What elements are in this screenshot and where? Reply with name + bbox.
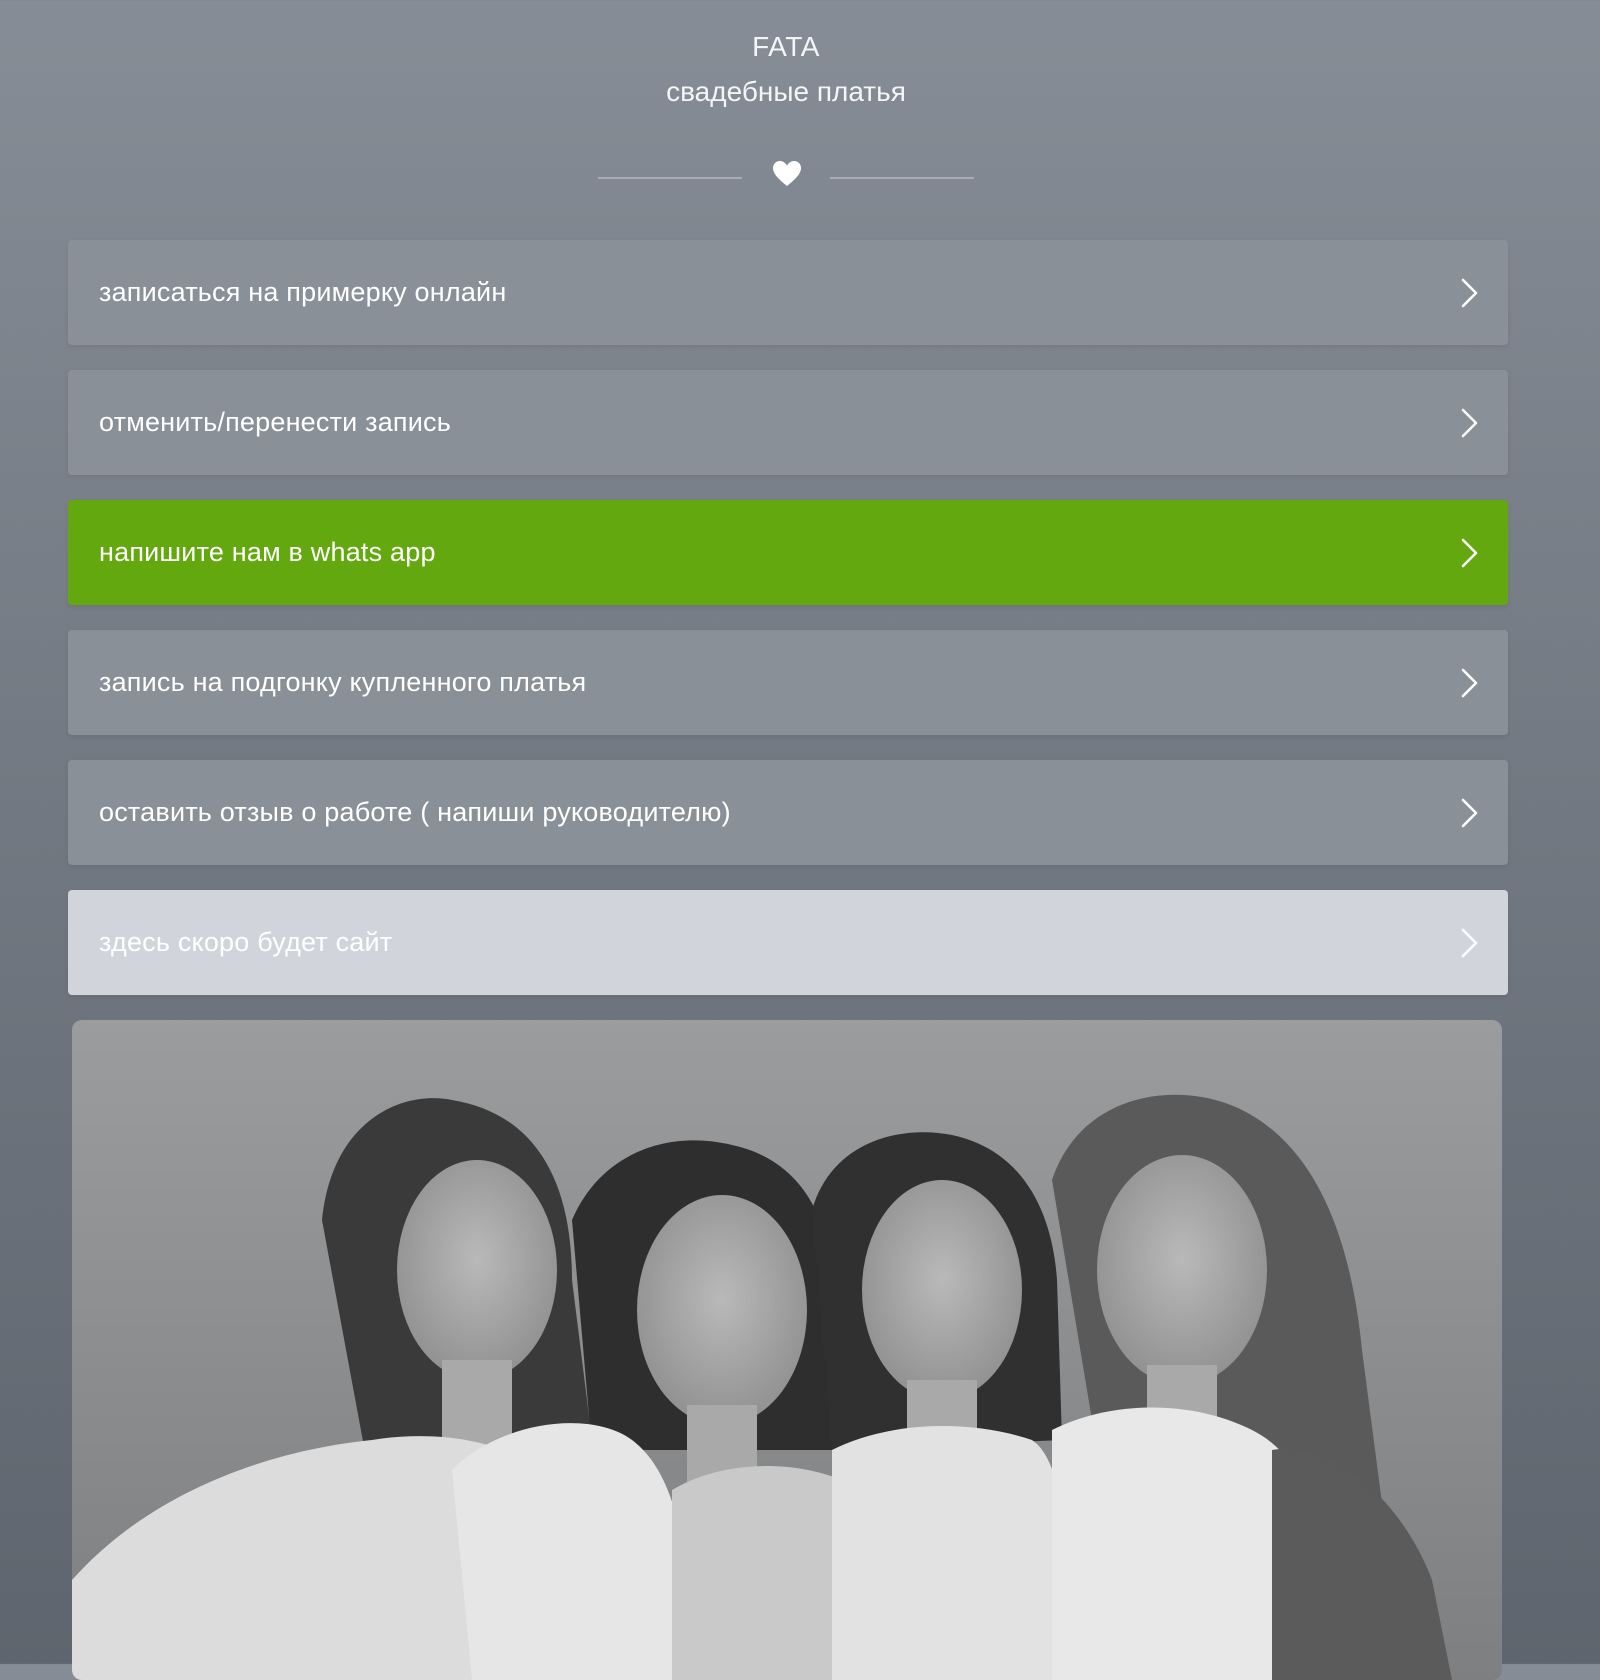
link-button-whatsapp[interactable]: напишите нам в whats app bbox=[68, 500, 1508, 605]
photo-placeholder bbox=[72, 1020, 1502, 1680]
chevron-right-icon bbox=[1461, 538, 1478, 567]
divider-line-right bbox=[830, 177, 974, 179]
link-label: запись на подгонку купленного платья bbox=[99, 667, 587, 697]
chevron-right-icon bbox=[1461, 798, 1478, 827]
link-button-website-soon[interactable]: здесь скоро будет сайт bbox=[68, 890, 1508, 995]
link-button-dress-fitting[interactable]: запись на подгонку купленного платья bbox=[68, 630, 1508, 735]
chevron-right-icon bbox=[1461, 928, 1478, 957]
brand-tagline: свадебные платья bbox=[666, 76, 906, 107]
chevron-right-icon bbox=[1461, 278, 1478, 307]
divider-line-left bbox=[598, 177, 742, 179]
heart-icon bbox=[773, 161, 801, 186]
link-list: записаться на примерку онлайн отменить/п… bbox=[68, 240, 1508, 1020]
link-label: напишите нам в whats app bbox=[99, 537, 436, 567]
link-button-leave-review[interactable]: оставить отзыв о работе ( напиши руковод… bbox=[68, 760, 1508, 865]
page-header: FATA свадебные платья bbox=[0, 28, 1572, 112]
link-button-online-fitting[interactable]: записаться на примерку онлайн bbox=[68, 240, 1508, 345]
group-photo bbox=[72, 1020, 1502, 1680]
link-label: оставить отзыв о работе ( напиши руковод… bbox=[99, 797, 731, 827]
link-button-cancel-reschedule[interactable]: отменить/перенести запись bbox=[68, 370, 1508, 475]
link-label: записаться на примерку онлайн bbox=[99, 277, 507, 307]
link-label: отменить/перенести запись bbox=[99, 407, 452, 437]
link-label: здесь скоро будет сайт bbox=[99, 927, 393, 957]
chevron-right-icon bbox=[1461, 668, 1478, 697]
brand-name: FATA bbox=[752, 31, 820, 62]
heart-divider bbox=[0, 160, 1572, 188]
chevron-right-icon bbox=[1461, 408, 1478, 437]
